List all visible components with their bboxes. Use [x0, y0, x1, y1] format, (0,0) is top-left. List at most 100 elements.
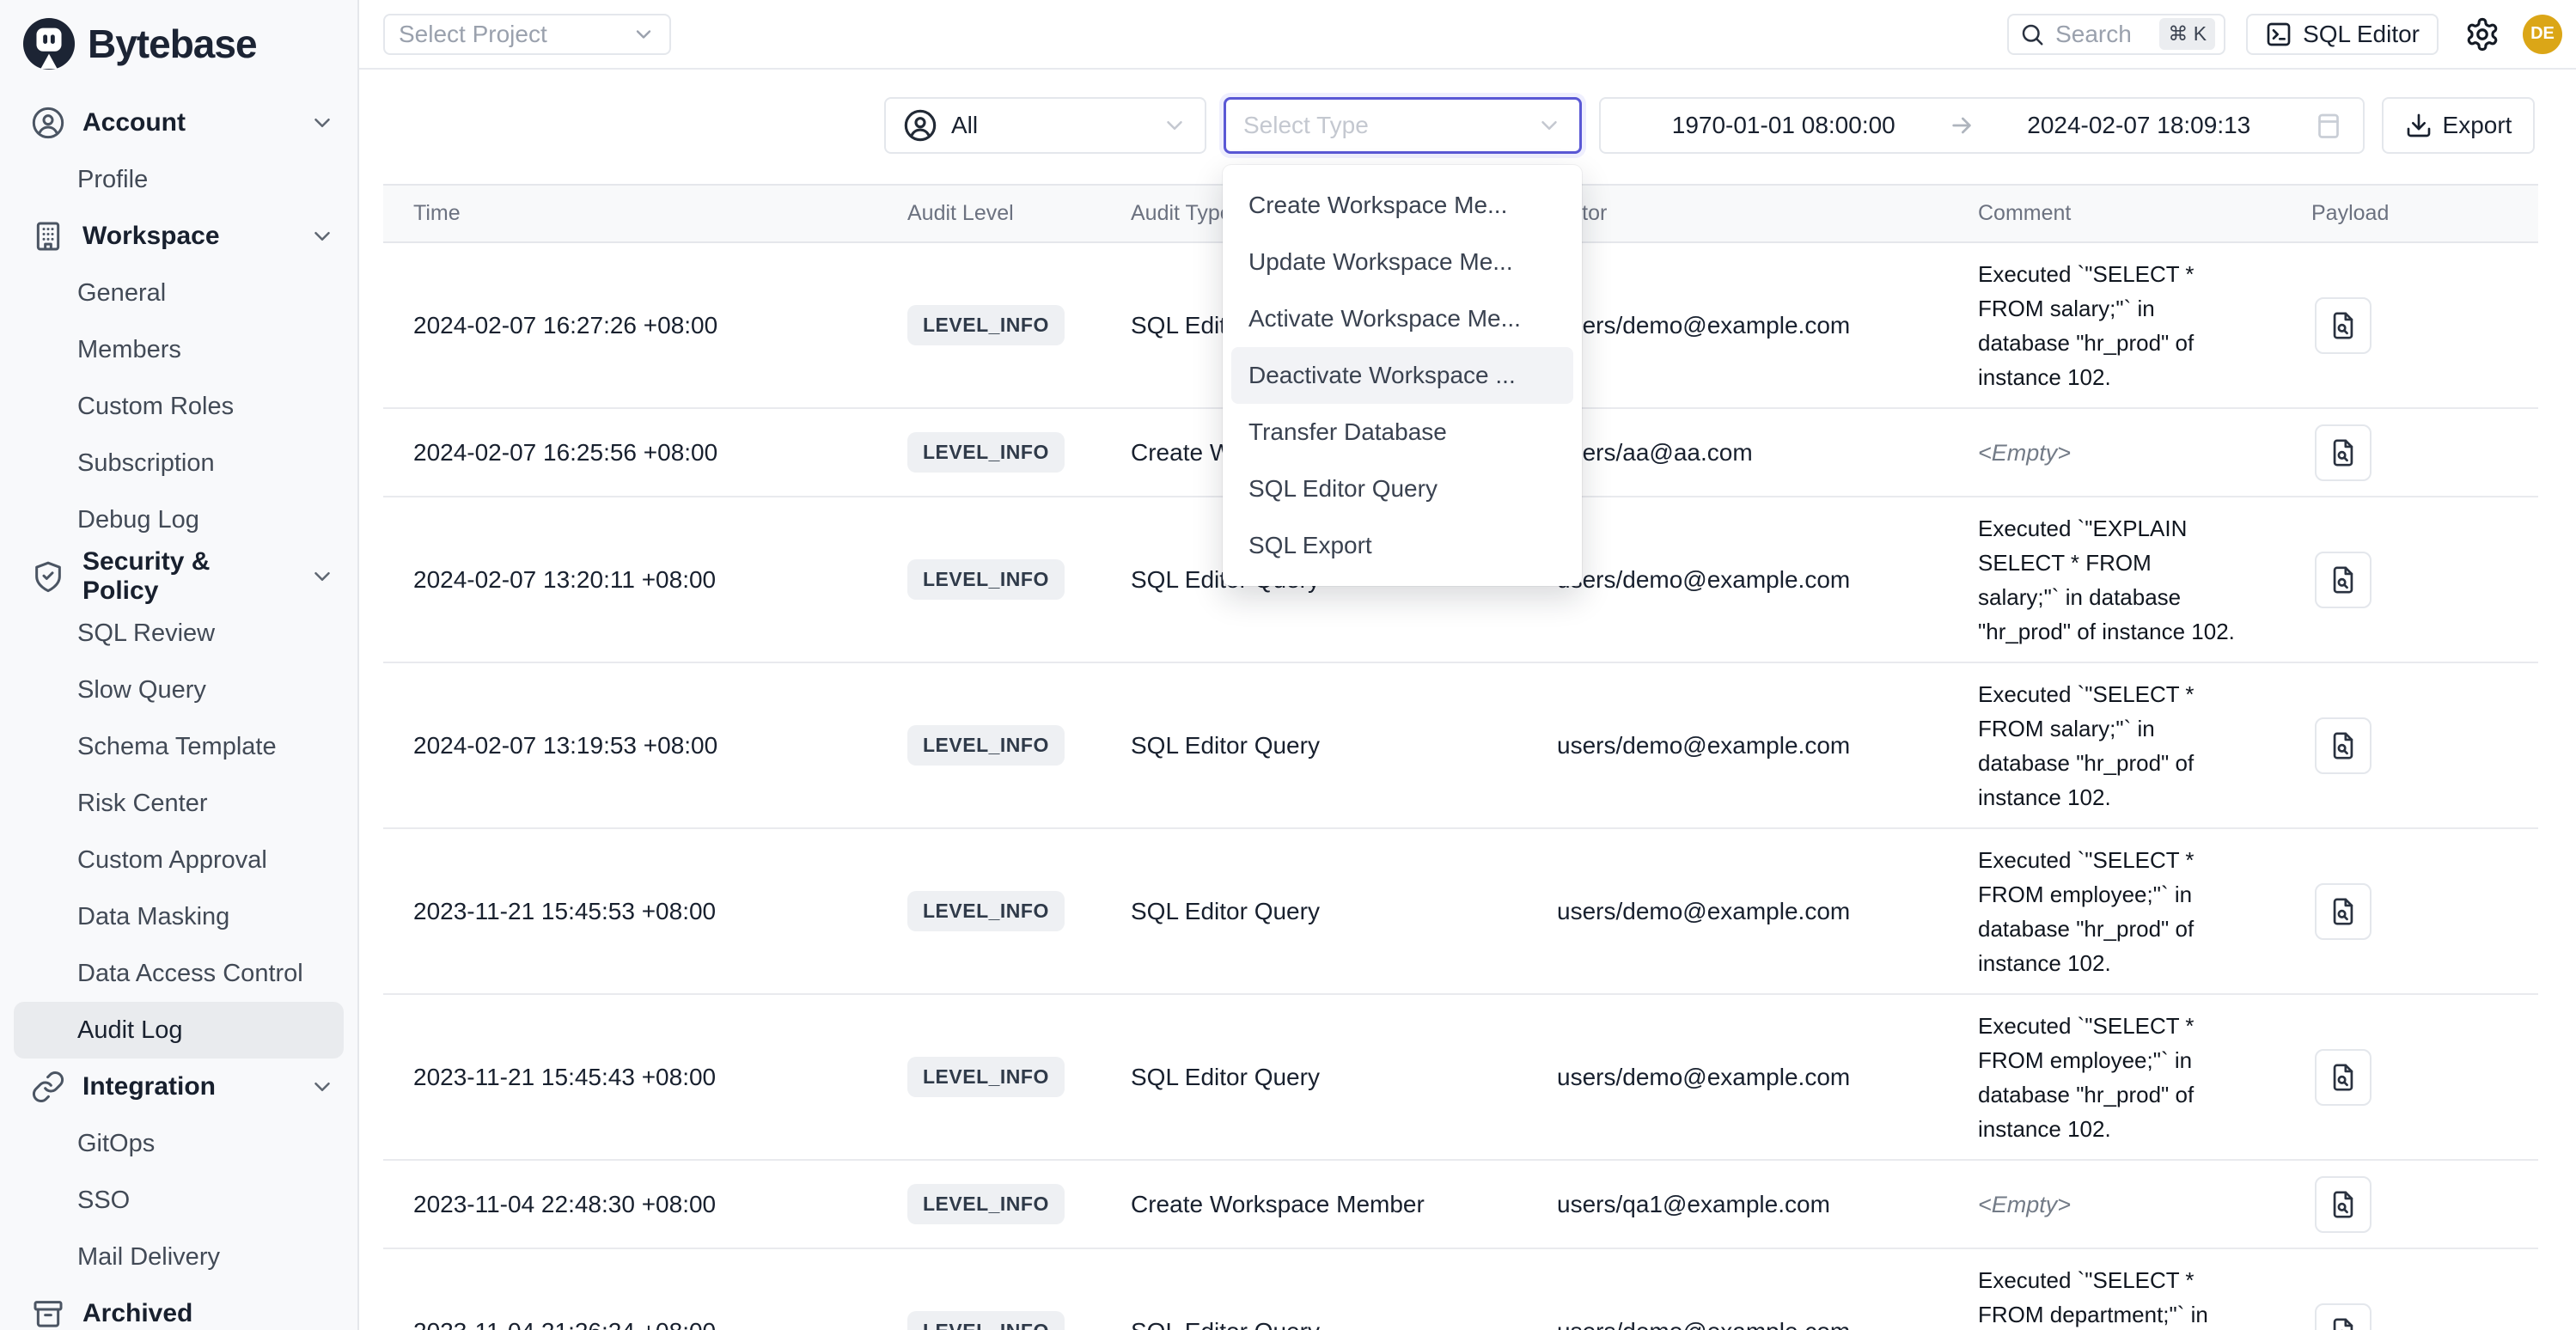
sql-editor-button[interactable]: SQL Editor — [2246, 14, 2439, 55]
cell-actor: users/demo@example.com — [1557, 732, 1978, 760]
cell-audit-type: SQL Editor Query — [1131, 1064, 1557, 1091]
audit-level-badge: LEVEL_INFO — [907, 1184, 1065, 1224]
payload-view-button[interactable] — [2315, 424, 2372, 481]
payload-view-button[interactable] — [2315, 1303, 2372, 1330]
date-end-value[interactable]: 2024-02-07 18:09:13 — [1975, 112, 2304, 139]
dropdown-option-sql-export[interactable]: SQL Export — [1231, 517, 1573, 574]
cell-comment: Executed `"SELECT * FROM department;"` i… — [1978, 1253, 2236, 1330]
sidebar-item-label: Audit Log — [77, 1016, 183, 1045]
audit-level-badge: LEVEL_INFO — [907, 432, 1065, 473]
date-start-value[interactable]: 1970-01-01 08:00:00 — [1620, 112, 1948, 139]
sidebar-section-account[interactable]: Account — [0, 95, 357, 151]
payload-view-button[interactable] — [2315, 717, 2372, 774]
sidebar-section-security-policy[interactable]: Security & Policy — [0, 548, 357, 605]
cell-comment-empty: <Empty> — [1978, 425, 2236, 480]
terminal-icon — [2265, 21, 2292, 48]
sidebar-section-archived[interactable]: Archived — [0, 1285, 357, 1330]
chevron-down-icon — [309, 223, 335, 249]
sidebar-item-custom-approval[interactable]: Custom Approval — [0, 832, 357, 888]
sidebar-item-subscription[interactable]: Subscription — [0, 435, 357, 491]
chevron-down-icon — [1162, 113, 1187, 138]
payload-view-button[interactable] — [2315, 1176, 2372, 1233]
sidebar-item-label: Risk Center — [77, 790, 208, 818]
cell-audit-type: SQL Editor Query — [1131, 732, 1557, 760]
audit-level-badge: LEVEL_INFO — [907, 559, 1065, 600]
audit-level-badge: LEVEL_INFO — [907, 725, 1065, 766]
dropdown-option-sql-editor-query[interactable]: SQL Editor Query — [1231, 461, 1573, 517]
column-header-actor: Actor — [1557, 201, 1978, 226]
sidebar-item-schema-template[interactable]: Schema Template — [0, 718, 357, 775]
shield-check-icon — [31, 559, 65, 594]
dropdown-option-deactivate-workspace-member[interactable]: Deactivate Workspace ... — [1231, 347, 1573, 404]
cell-time: 2024-02-07 16:25:56 +08:00 — [383, 439, 907, 467]
sidebar-item-label: Debug Log — [77, 506, 199, 534]
payload-view-button[interactable] — [2315, 297, 2372, 354]
export-button[interactable]: Export — [2382, 97, 2535, 154]
dropdown-option-activate-workspace-member[interactable]: Activate Workspace Me... — [1231, 290, 1573, 347]
date-range-picker[interactable]: 1970-01-01 08:00:00 2024-02-07 18:09:13 — [1599, 97, 2365, 154]
bytebase-logo-icon — [22, 17, 76, 70]
avatar[interactable]: DE — [2523, 15, 2562, 54]
type-filter-select[interactable]: Select Type — [1224, 97, 1582, 154]
archive-icon — [31, 1296, 65, 1330]
cell-time: 2023-11-21 15:45:43 +08:00 — [383, 1064, 907, 1091]
download-icon — [2405, 112, 2433, 139]
sidebar-item-sql-review[interactable]: SQL Review — [0, 605, 357, 662]
payload-view-button[interactable] — [2315, 552, 2372, 608]
sidebar-item-debug-log[interactable]: Debug Log — [0, 491, 357, 548]
sidebar-item-custom-roles[interactable]: Custom Roles — [0, 378, 357, 435]
cell-comment-empty: <Empty> — [1978, 1177, 2236, 1232]
select-project-dropdown[interactable]: Select Project — [383, 14, 671, 55]
sidebar-item-gitops[interactable]: GitOps — [0, 1115, 357, 1172]
file-search-icon — [2329, 1317, 2358, 1330]
sidebar-section-integration[interactable]: Integration — [0, 1059, 357, 1115]
brand-logo[interactable]: Bytebase — [0, 0, 357, 95]
sidebar-item-profile[interactable]: Profile — [0, 151, 357, 208]
user-circle-icon — [903, 108, 937, 143]
sidebar-item-label: Data Masking — [77, 903, 229, 931]
sidebar-item-members[interactable]: Members — [0, 321, 357, 378]
actor-filter-dropdown[interactable]: All — [884, 97, 1206, 154]
chevron-down-icon — [309, 564, 335, 589]
cell-actor: users/qa1@example.com — [1557, 1191, 1978, 1218]
sidebar-section-workspace[interactable]: Workspace — [0, 208, 357, 265]
cell-time: 2023-11-04 21:26:24 +08:00 — [383, 1318, 907, 1330]
dropdown-option-update-workspace-member[interactable]: Update Workspace Me... — [1231, 234, 1573, 290]
audit-level-badge: LEVEL_INFO — [907, 891, 1065, 931]
type-filter-dropdown-menu: Create Workspace Me... Update Workspace … — [1223, 165, 1582, 586]
sidebar-item-risk-center[interactable]: Risk Center — [0, 775, 357, 832]
sidebar-item-data-access-control[interactable]: Data Access Control — [0, 945, 357, 1002]
cell-comment: Executed `"EXPLAIN SELECT * FROM salary;… — [1978, 501, 2236, 659]
sidebar-item-label: Subscription — [77, 449, 215, 478]
topbar: Select Project Search ⌘ K SQL Editor DE — [359, 0, 2576, 70]
search-placeholder: Search — [2055, 21, 2132, 48]
gear-icon[interactable] — [2464, 16, 2500, 52]
dropdown-option-transfer-database[interactable]: Transfer Database — [1231, 404, 1573, 461]
dropdown-option-create-workspace-member[interactable]: Create Workspace Me... — [1231, 177, 1573, 234]
table-row: 2023-11-04 22:48:30 +08:00 LEVEL_INFO Cr… — [383, 1161, 2538, 1249]
sidebar-item-slow-query[interactable]: Slow Query — [0, 662, 357, 718]
sidebar-item-mail-delivery[interactable]: Mail Delivery — [0, 1229, 357, 1285]
table-row: 2023-11-04 21:26:24 +08:00 LEVEL_INFO SQ… — [383, 1249, 2538, 1330]
cell-time: 2023-11-04 22:48:30 +08:00 — [383, 1191, 907, 1218]
calendar-icon — [2313, 110, 2344, 141]
cell-time: 2024-02-07 13:20:11 +08:00 — [383, 566, 907, 594]
user-circle-icon — [31, 106, 65, 140]
search-input[interactable]: Search ⌘ K — [2007, 14, 2225, 55]
cell-comment: Executed `"SELECT * FROM employee;"` in … — [1978, 998, 2236, 1156]
sql-editor-label: SQL Editor — [2303, 21, 2420, 48]
sidebar-nav: Account Profile Workspace General Member… — [0, 95, 357, 1330]
payload-view-button[interactable] — [2315, 1049, 2372, 1106]
payload-view-button[interactable] — [2315, 883, 2372, 940]
sidebar-item-audit-log[interactable]: Audit Log — [14, 1002, 344, 1059]
sidebar-section-label: Integration — [82, 1072, 216, 1101]
file-search-icon — [2329, 1190, 2358, 1219]
sidebar-item-label: General — [77, 279, 166, 308]
file-search-icon — [2329, 565, 2358, 595]
export-label: Export — [2443, 112, 2512, 139]
type-filter-placeholder: Select Type — [1243, 112, 1369, 139]
sidebar-item-data-masking[interactable]: Data Masking — [0, 888, 357, 945]
sidebar-item-general[interactable]: General — [0, 265, 357, 321]
table-row: 2023-11-21 15:45:53 +08:00 LEVEL_INFO SQ… — [383, 829, 2538, 995]
sidebar-item-sso[interactable]: SSO — [0, 1172, 357, 1229]
